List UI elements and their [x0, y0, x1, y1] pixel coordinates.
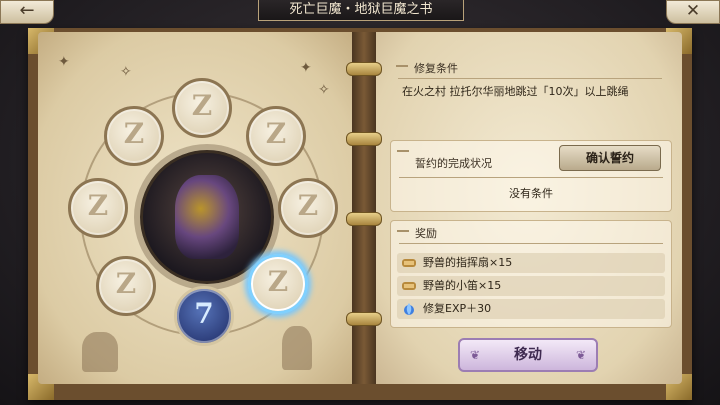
cat-silhouette — [282, 326, 312, 370]
seal-slot[interactable]: Z — [172, 78, 232, 138]
seal-slot[interactable]: Z — [104, 106, 164, 166]
star-icon: ✧ — [318, 82, 330, 98]
binder-ring — [346, 312, 382, 326]
binder-ring — [346, 212, 382, 226]
seal-slot[interactable]: Z — [246, 106, 306, 166]
divider — [399, 243, 663, 244]
scroll-icon — [402, 282, 416, 290]
move-button[interactable]: ❦ 移动 ❦ — [458, 338, 598, 372]
back-arrow-icon: ← — [19, 0, 35, 21]
oath-status-section: 誓约的完成状况 确认誓约 没有条件 — [390, 140, 672, 212]
book-spine — [352, 32, 376, 384]
seal-slot-selected[interactable]: Z — [248, 254, 308, 314]
reward-item: 野兽的小笛×15 — [397, 276, 665, 296]
repair-condition-title: 修复条件 — [390, 56, 670, 76]
ornament-icon: ❦ — [470, 348, 481, 362]
seal-slot[interactable]: Z — [96, 256, 156, 316]
blue-flame-icon — [404, 303, 414, 315]
troll-silhouette — [175, 175, 239, 259]
reward-item: 修复EXP＋30 — [397, 299, 665, 319]
seal-slot-active[interactable]: 7 — [174, 286, 234, 346]
scroll-icon — [402, 259, 416, 267]
seal-slot[interactable]: Z — [68, 178, 128, 238]
seal-slot[interactable]: Z — [278, 178, 338, 238]
reward-item: 野兽的指挥扇×15 — [397, 253, 665, 273]
page-title: 死亡巨魔・地狱巨魔之书 — [258, 0, 464, 21]
confirm-oath-button[interactable]: 确认誓约 — [559, 145, 661, 171]
close-button[interactable]: ✕ — [666, 0, 720, 24]
repair-condition-section: 修复条件 在火之村 拉托尔华丽地跳过「10次」以上跳绳 — [390, 56, 670, 132]
ornament-icon: ❦ — [575, 348, 586, 362]
close-icon: ✕ — [685, 1, 701, 21]
binder-ring — [346, 62, 382, 76]
rewards-section: 奖励 野兽的指挥扇×15 野兽的小笛×15 修复EXP＋30 — [390, 220, 672, 328]
star-icon: ✧ — [120, 64, 132, 80]
oath-status-text: 没有条件 — [509, 187, 553, 200]
star-icon: ✦ — [300, 60, 312, 76]
repair-condition-text: 在火之村 拉托尔华丽地跳过「10次」以上跳绳 — [402, 85, 629, 98]
rewards-title: 奖励 — [391, 221, 671, 241]
star-icon: ✦ — [58, 54, 70, 70]
binder-ring — [346, 132, 382, 146]
cat-silhouette — [82, 332, 118, 372]
back-button[interactable]: ← — [0, 0, 54, 24]
